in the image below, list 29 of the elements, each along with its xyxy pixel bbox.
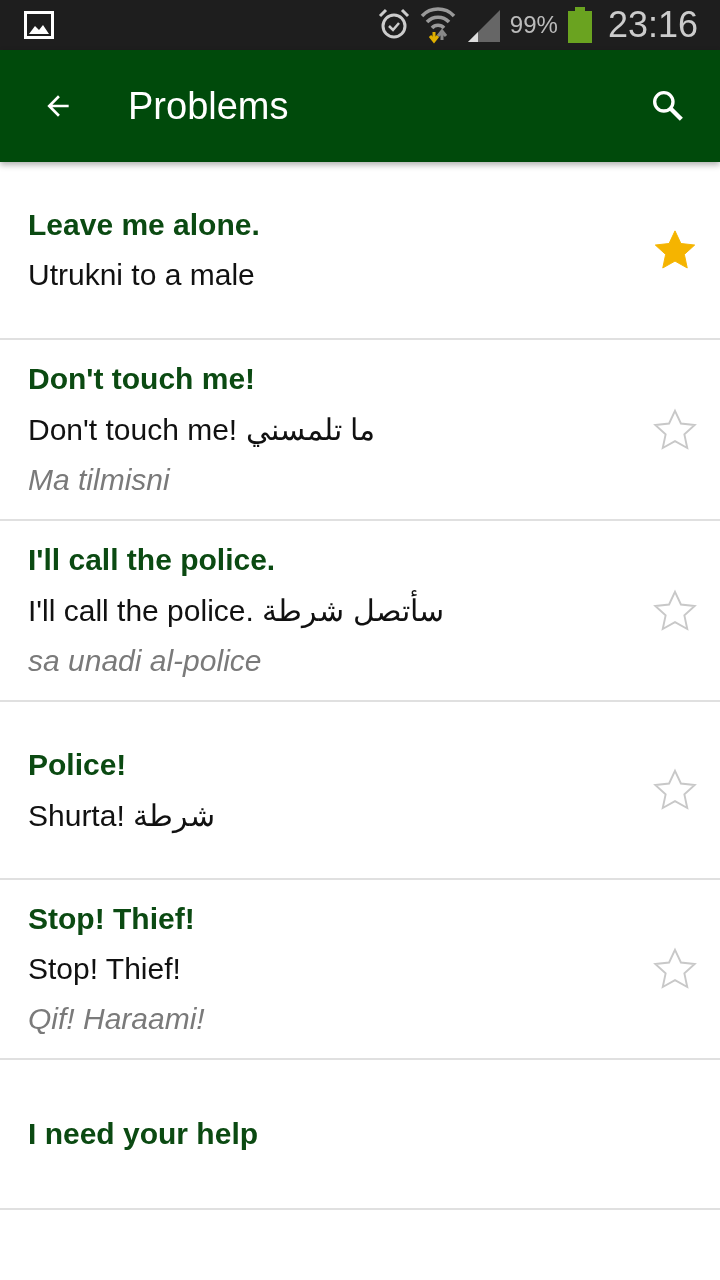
phrase-title: Police! <box>28 747 128 782</box>
phrase-title: Leave me alone. <box>28 208 261 242</box>
phrase-translation: Stop! Thief! <box>28 952 182 986</box>
star-button[interactable] <box>652 228 698 272</box>
star-outline-icon <box>652 407 698 452</box>
phrase-pronunciation: sa unadi al-police <box>28 644 263 678</box>
phrase-title: I need your help <box>28 1117 260 1151</box>
star-button[interactable] <box>652 768 698 812</box>
wifi-icon <box>419 6 456 44</box>
picture-icon <box>24 11 54 39</box>
star-button[interactable] <box>652 947 698 991</box>
battery-icon <box>567 7 592 43</box>
star-outline-icon <box>652 588 698 633</box>
phrase-title: Stop! Thief! <box>28 902 196 936</box>
phrase-translation: Don't touch me! ما تلمسني <box>28 412 376 447</box>
phrase-translation: Utrukni to a male <box>28 258 256 292</box>
clock-time: 23:16 <box>607 4 698 46</box>
star-outline-icon <box>652 768 698 812</box>
phrase-title: Don't touch me! <box>28 362 257 396</box>
phrase-pronunciation: Qif! Haraami! <box>28 1002 206 1036</box>
star-outline-icon <box>652 947 698 991</box>
battery-percent: 99% <box>509 11 558 39</box>
filled-star-icon <box>652 228 698 272</box>
phrase-pronunciation: Ma tilmisni <box>28 463 172 497</box>
star-button[interactable] <box>652 588 698 633</box>
star-button[interactable] <box>652 407 698 452</box>
phrase-title: I'll call the police. <box>28 543 277 577</box>
screen-title: Problems <box>128 84 290 128</box>
phrase-translation: Shurta! شرطة <box>28 797 217 833</box>
